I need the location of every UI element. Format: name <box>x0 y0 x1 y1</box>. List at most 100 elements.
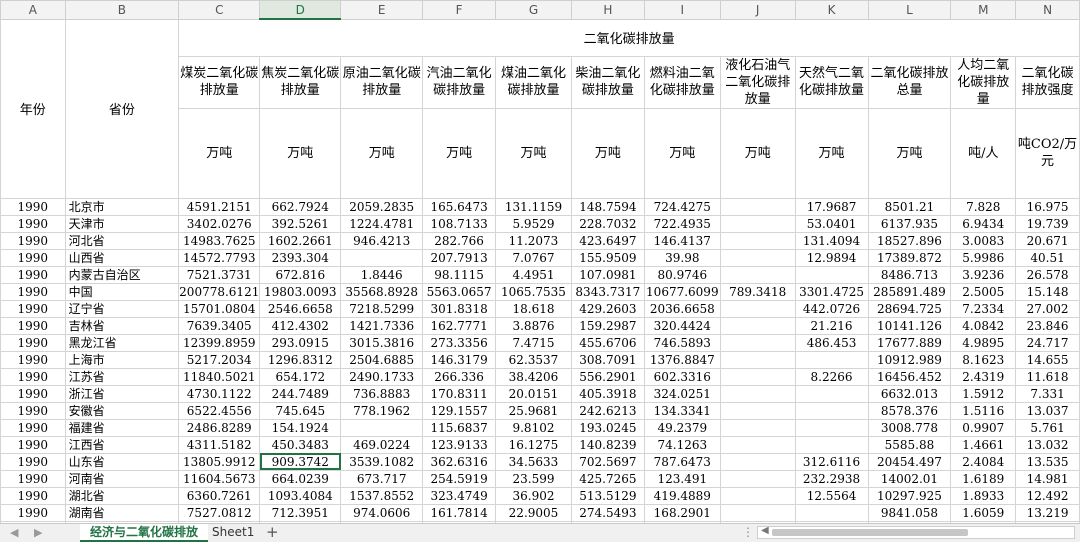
value-cell[interactable]: 1537.8552 <box>340 486 424 505</box>
value-cell[interactable] <box>719 248 796 267</box>
value-cell[interactable]: 23.846 <box>1015 316 1080 335</box>
value-cell[interactable]: 19.739 <box>1015 214 1080 233</box>
year-cell[interactable]: 1990 <box>0 503 66 522</box>
year-cell[interactable]: 1990 <box>0 418 66 437</box>
value-cell[interactable]: 4311.5182 <box>178 435 261 454</box>
value-cell[interactable]: 162.7771 <box>422 316 497 335</box>
column-header-c[interactable]: C <box>178 0 261 20</box>
value-cell[interactable]: 10677.6099 <box>643 282 721 301</box>
province-header[interactable]: 省份 <box>64 18 180 199</box>
scrollbar-thumb[interactable] <box>772 529 968 536</box>
value-cell[interactable]: 14.655 <box>1015 350 1080 369</box>
metric-unit-cell[interactable]: 吨CO2/万元 <box>1015 107 1080 199</box>
value-cell[interactable]: 5585.88 <box>867 435 952 454</box>
value-cell[interactable]: 146.3179 <box>422 350 497 369</box>
value-cell[interactable]: 131.4094 <box>794 231 869 250</box>
province-cell[interactable]: 吉林省 <box>64 316 180 335</box>
value-cell[interactable]: 6632.013 <box>867 384 952 403</box>
province-cell[interactable]: 湖北省 <box>64 486 180 505</box>
value-cell[interactable]: 654.172 <box>259 367 342 386</box>
value-cell[interactable]: 20.671 <box>1015 231 1080 250</box>
value-cell[interactable]: 19803.0093 <box>259 282 342 301</box>
value-cell[interactable]: 18527.896 <box>867 231 952 250</box>
province-cell[interactable]: 北京市 <box>64 197 180 216</box>
value-cell[interactable]: 5.9529 <box>495 214 572 233</box>
value-cell[interactable]: 3015.3816 <box>340 333 424 352</box>
value-cell[interactable]: 4730.1122 <box>178 384 261 403</box>
value-cell[interactable]: 5.761 <box>1015 418 1080 437</box>
metric-unit-cell[interactable]: 万吨 <box>794 107 869 199</box>
metric-name-cell[interactable]: 人均二氧化碳排放量 <box>950 55 1017 109</box>
province-cell[interactable]: 福建省 <box>64 418 180 437</box>
value-cell[interactable]: 1.8933 <box>950 486 1017 505</box>
value-cell[interactable]: 14002.01 <box>867 469 952 488</box>
value-cell[interactable]: 293.0915 <box>259 333 342 352</box>
value-cell[interactable]: 419.4889 <box>643 486 721 505</box>
metric-name-cell[interactable]: 煤油二氧化碳排放量 <box>495 55 572 109</box>
value-cell[interactable]: 7.0767 <box>495 248 572 267</box>
metric-name-cell[interactable]: 燃料油二氧化碳排放量 <box>643 55 721 109</box>
value-cell[interactable]: 7.4715 <box>495 333 572 352</box>
value-cell[interactable]: 429.2603 <box>570 299 645 318</box>
value-cell[interactable]: 662.7924 <box>259 197 342 216</box>
value-cell[interactable]: 974.0606 <box>340 503 424 522</box>
year-cell[interactable]: 1990 <box>0 452 66 471</box>
value-cell[interactable] <box>719 333 796 352</box>
value-cell[interactable]: 8578.376 <box>867 401 952 420</box>
province-cell[interactable]: 安徽省 <box>64 401 180 420</box>
value-cell[interactable]: 11604.5673 <box>178 469 261 488</box>
metric-name-cell[interactable]: 天然气二氧化碳排放量 <box>794 55 869 109</box>
value-cell[interactable] <box>719 418 796 437</box>
value-cell[interactable]: 14983.7625 <box>178 231 261 250</box>
value-cell[interactable]: 664.0239 <box>259 469 342 488</box>
value-cell[interactable] <box>719 435 796 454</box>
province-cell[interactable]: 内蒙古自治区 <box>64 265 180 284</box>
tab-nav-left-icon[interactable]: ◀ <box>10 526 18 539</box>
province-cell[interactable]: 天津市 <box>64 214 180 233</box>
value-cell[interactable]: 232.2938 <box>794 469 869 488</box>
value-cell[interactable]: 98.1115 <box>422 265 497 284</box>
value-cell[interactable]: 308.7091 <box>570 350 645 369</box>
metric-name-cell[interactable]: 原油二氧化碳排放量 <box>340 55 424 109</box>
value-cell[interactable]: 11840.5021 <box>178 367 261 386</box>
value-cell[interactable]: 778.1962 <box>340 401 424 420</box>
value-cell[interactable]: 7527.0812 <box>178 503 261 522</box>
value-cell[interactable]: 12.492 <box>1015 486 1080 505</box>
value-cell[interactable]: 23.599 <box>495 469 572 488</box>
value-cell[interactable]: 1.5116 <box>950 401 1017 420</box>
worksheet-table[interactable]: ABCDEFGHIJKLMN 年份 省份 二氧化碳排放量 煤炭二氧化碳排放量 焦炭… <box>0 0 1080 539</box>
province-cell[interactable]: 辽宁省 <box>64 299 180 318</box>
value-cell[interactable] <box>794 503 869 522</box>
value-cell[interactable]: 1.5912 <box>950 384 1017 403</box>
value-cell[interactable]: 134.3341 <box>643 401 721 420</box>
province-cell[interactable]: 山东省 <box>64 452 180 471</box>
year-cell[interactable]: 1990 <box>0 384 66 403</box>
value-cell[interactable]: 4.4951 <box>495 265 572 284</box>
metric-unit-cell[interactable]: 万吨 <box>422 107 497 199</box>
value-cell[interactable]: 4.9895 <box>950 333 1017 352</box>
year-cell[interactable]: 1990 <box>0 486 66 505</box>
value-cell[interactable]: 13.037 <box>1015 401 1080 420</box>
year-cell[interactable]: 1990 <box>0 350 66 369</box>
value-cell[interactable]: 7.331 <box>1015 384 1080 403</box>
value-cell[interactable]: 3402.0276 <box>178 214 261 233</box>
sheet-tab-sheet1[interactable]: Sheet1 <box>202 524 264 542</box>
value-cell[interactable]: 1421.7336 <box>340 316 424 335</box>
value-cell[interactable]: 909.3742 <box>259 452 342 471</box>
metric-unit-cell[interactable]: 万吨 <box>719 107 796 199</box>
value-cell[interactable]: 131.1159 <box>495 197 572 216</box>
value-cell[interactable]: 2504.6885 <box>340 350 424 369</box>
value-cell[interactable]: 7.828 <box>950 197 1017 216</box>
metric-name-cell[interactable]: 汽油二氧化碳排放量 <box>422 55 497 109</box>
value-cell[interactable]: 159.2987 <box>570 316 645 335</box>
value-cell[interactable] <box>719 486 796 505</box>
year-cell[interactable]: 1990 <box>0 299 66 318</box>
column-header-g[interactable]: G <box>495 0 572 20</box>
column-header-d[interactable]: D <box>259 0 342 20</box>
value-cell[interactable] <box>719 197 796 216</box>
value-cell[interactable]: 39.98 <box>643 248 721 267</box>
value-cell[interactable]: 323.4749 <box>422 486 497 505</box>
value-cell[interactable]: 2486.8289 <box>178 418 261 437</box>
value-cell[interactable]: 946.4213 <box>340 231 424 250</box>
metric-name-cell[interactable]: 二氧化碳排放强度 <box>1015 55 1080 109</box>
